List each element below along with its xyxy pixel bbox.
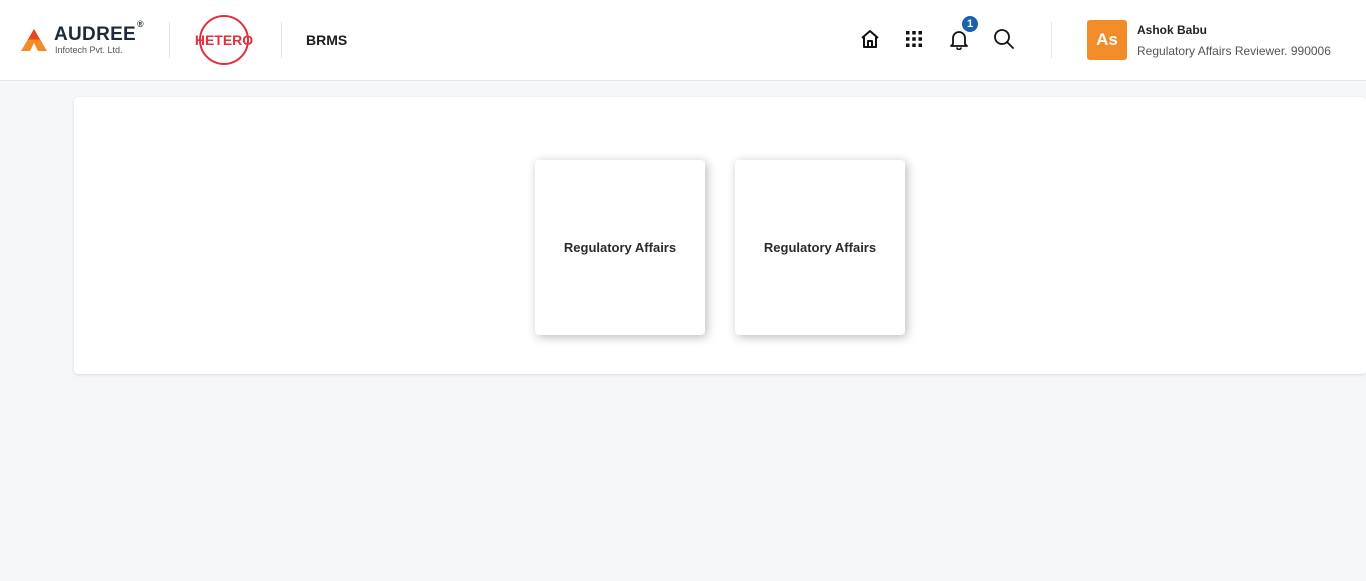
home-icon[interactable] [857, 26, 883, 52]
hetero-logo-text: HETERO [195, 32, 253, 48]
brand-subtitle: Infotech Pvt. Ltd. [55, 45, 123, 55]
user-role: Regulatory Affairs Reviewer. 990006 [1137, 43, 1331, 58]
module-card-regulatory-affairs[interactable]: Regulatory Affairs [735, 160, 905, 335]
app-title: BRMS [306, 32, 348, 48]
module-card-label: Regulatory Affairs [763, 240, 877, 255]
module-card-regulatory-affairs[interactable]: Regulatory Affairs [535, 160, 705, 335]
module-panel: Regulatory Affairs Regulatory Affairs [74, 97, 1366, 374]
user-name: Ashok Babu [1137, 22, 1208, 37]
module-card-label: Regulatory Affairs [563, 240, 677, 255]
divider [281, 22, 282, 58]
hetero-logo: HETERO [193, 14, 255, 66]
notification-count-badge: 1 [960, 14, 980, 34]
top-header: AUDREE® Infotech Pvt. Ltd. HETERO BRMS 1… [0, 0, 1366, 81]
divider [169, 22, 170, 58]
search-icon[interactable] [991, 26, 1017, 52]
user-profile[interactable]: As Ashok Babu Regulatory Affairs Reviewe… [1087, 20, 1331, 60]
brand-name: AUDREE® [54, 18, 144, 45]
avatar[interactable]: As [1087, 20, 1127, 60]
divider [1051, 22, 1052, 58]
registered-mark: ® [137, 18, 144, 29]
audree-logo[interactable]: AUDREE® Infotech Pvt. Ltd. [20, 18, 144, 58]
audree-logo-mark-icon [20, 28, 48, 52]
apps-grid-icon[interactable] [901, 26, 927, 52]
